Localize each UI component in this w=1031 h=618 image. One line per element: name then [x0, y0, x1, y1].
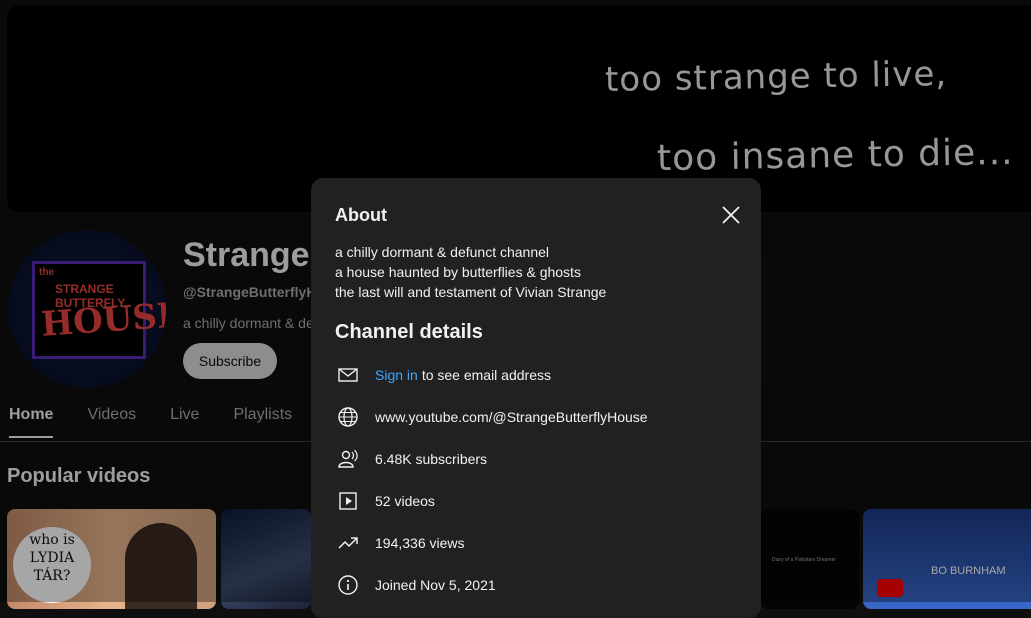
videos-row: 52 videos — [337, 489, 435, 513]
description-line: a house haunted by butterflies & ghosts — [335, 264, 581, 280]
thumbnail-figure — [125, 523, 197, 609]
subscriber-count: 6.48K subscribers — [375, 451, 488, 467]
tab-videos[interactable]: Videos — [87, 406, 136, 438]
video-thumbnail[interactable]: who is LYDIA TÁR? — [7, 509, 216, 609]
subscribe-button[interactable]: Subscribe — [183, 343, 277, 379]
subscribers-icon — [337, 448, 359, 470]
channel-handle: @StrangeButterflyHo — [183, 284, 325, 300]
email-text: to see email address — [421, 367, 551, 383]
tab-home[interactable]: Home — [9, 406, 54, 438]
channel-url[interactable]: www.youtube.com/@StrangeButterflyHouse — [375, 409, 648, 425]
channel-avatar[interactable]: the STRANGE BUTTERFLY HOUSE — [8, 230, 166, 388]
description-line: the last will and testament of Vivian St… — [335, 284, 607, 300]
url-row[interactable]: www.youtube.com/@StrangeButterflyHouse — [337, 405, 648, 429]
joined-row: Joined Nov 5, 2021 — [337, 573, 496, 597]
video-thumbnail[interactable] — [221, 509, 311, 609]
channel-tabs: Home Videos Live Playlists — [9, 406, 326, 438]
subscribers-row: 6.48K subscribers — [337, 447, 487, 471]
section-title-popular-videos: Popular videos — [7, 465, 151, 487]
channel-description-preview[interactable]: a chilly dormant & de — [183, 315, 314, 331]
description-line: a chilly dormant & defunct channel — [335, 244, 550, 260]
tab-playlists[interactable]: Playlists — [233, 406, 292, 438]
close-icon[interactable] — [716, 200, 746, 230]
video-icon — [337, 490, 359, 512]
avatar-text-the: the — [39, 267, 54, 278]
avatar-logo: the STRANGE BUTTERFLY HOUSE — [32, 261, 166, 359]
video-count: 52 videos — [375, 493, 435, 509]
tab-live[interactable]: Live — [170, 406, 199, 438]
views-row: 194,336 views — [337, 531, 465, 555]
globe-icon — [337, 406, 359, 428]
channel-details-heading: Channel details — [335, 321, 483, 343]
email-row: Sign in to see email address — [337, 363, 551, 387]
thumbnail-text: who is LYDIA TÁR? — [13, 527, 91, 603]
thumbnail-text: Diary of a Pakistani Dreamer — [772, 557, 836, 563]
about-dialog: About a chilly dormant & defunct channel… — [311, 178, 761, 618]
trending-icon — [337, 532, 359, 554]
joined-date: Joined Nov 5, 2021 — [375, 577, 496, 593]
youtube-logo-icon — [877, 579, 903, 597]
dialog-title: About — [335, 205, 387, 225]
video-thumbnail[interactable]: Diary of a Pakistani Dreamer — [760, 509, 859, 609]
view-count: 194,336 views — [375, 535, 465, 551]
banner-line-1: too strange to live, — [604, 54, 948, 100]
video-thumbnail[interactable]: BO BURNHAM — [863, 509, 1031, 609]
channel-title: Strange — [183, 236, 310, 274]
channel-description: a chilly dormant & defunct channel a hou… — [335, 242, 606, 302]
banner-line-2: too insane to die... — [656, 131, 1014, 180]
mail-icon — [337, 364, 359, 386]
thumbnail-text: BO BURNHAM — [931, 565, 1006, 577]
info-icon — [337, 574, 359, 596]
sign-in-link[interactable]: Sign in — [375, 367, 418, 383]
